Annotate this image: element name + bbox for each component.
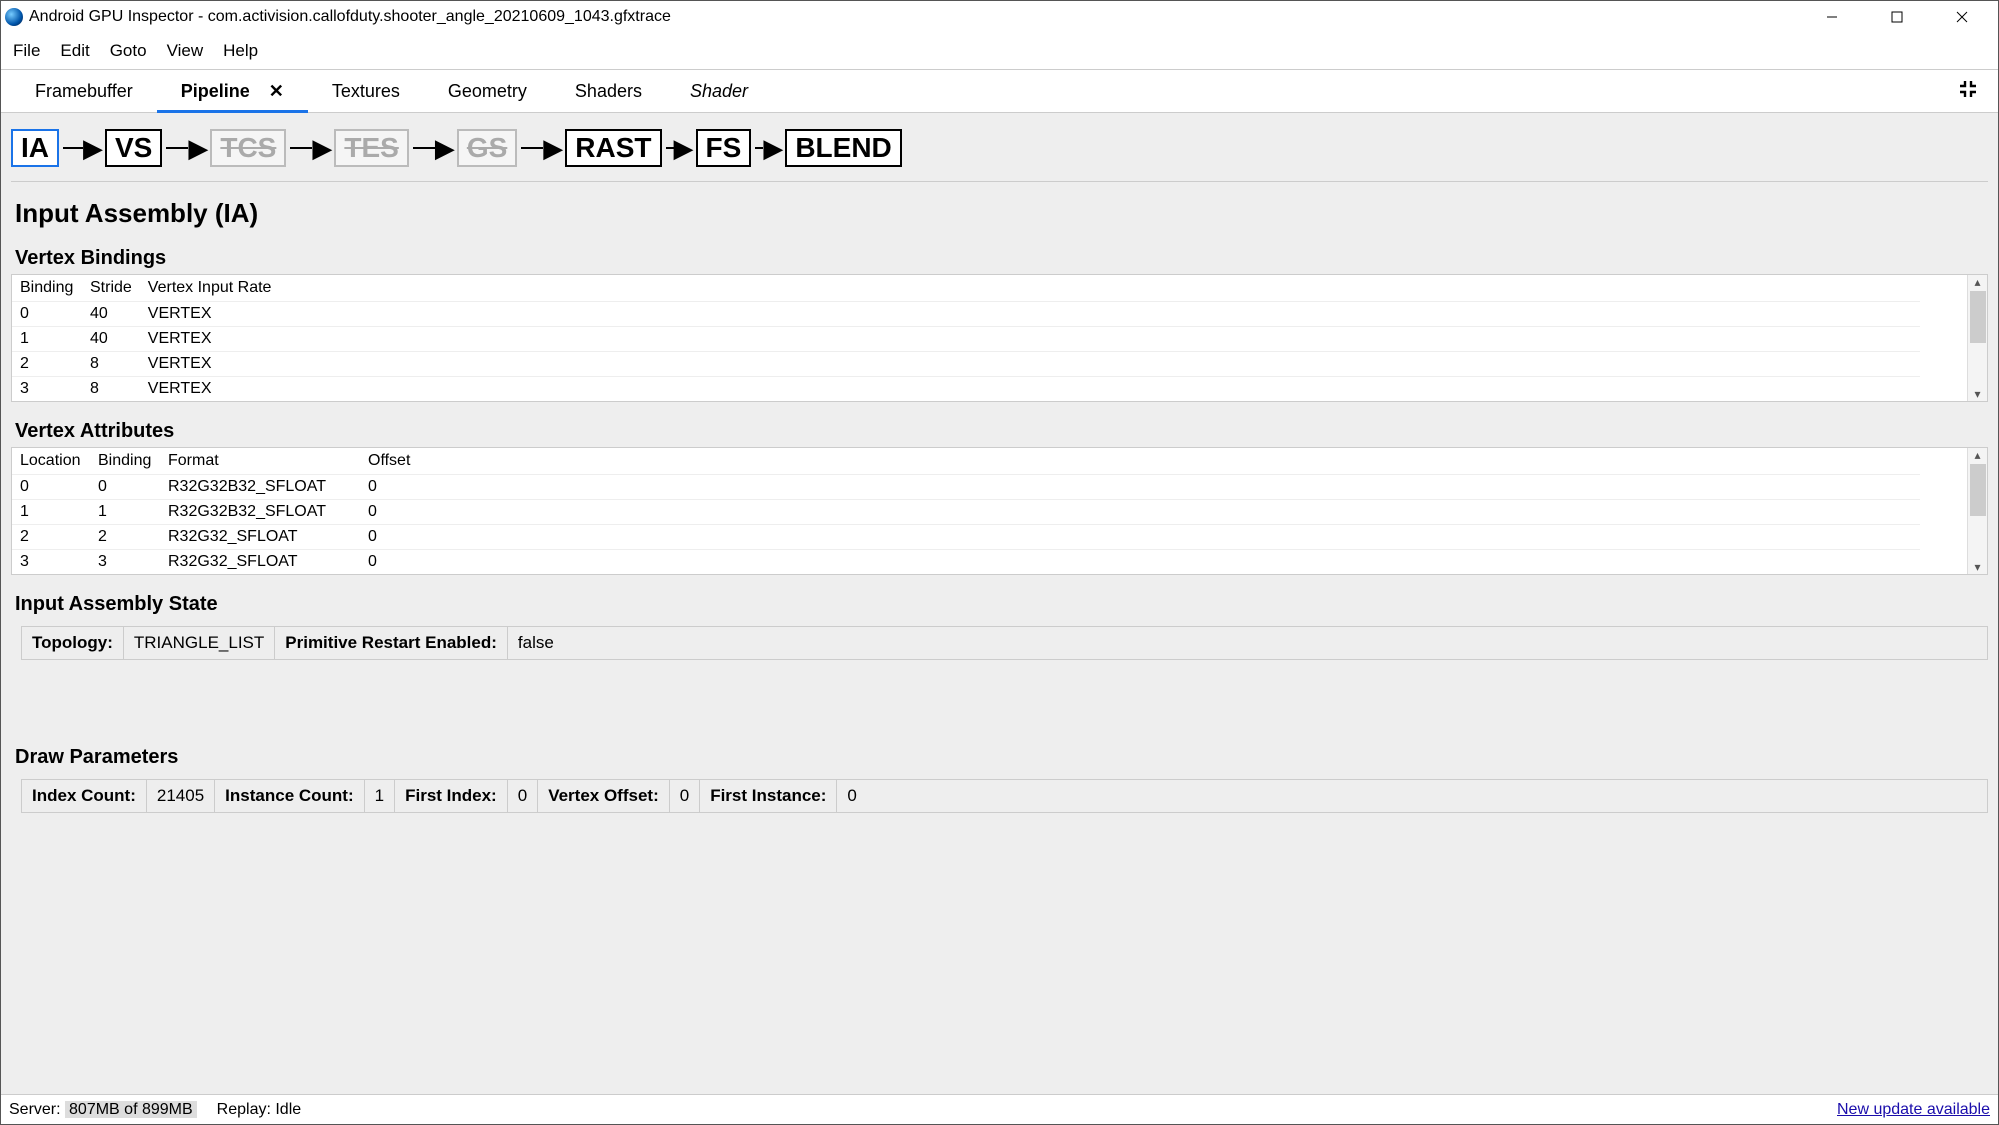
arrow-icon: ▶ bbox=[521, 135, 561, 161]
close-tab-icon[interactable]: ✕ bbox=[269, 81, 284, 101]
scroll-up-icon[interactable]: ▴ bbox=[1974, 275, 1980, 289]
stage-tes[interactable]: TES bbox=[334, 129, 408, 167]
scrollbar[interactable]: ▴ ▾ bbox=[1967, 275, 1987, 401]
tab-geometry[interactable]: Geometry bbox=[424, 71, 551, 112]
scroll-thumb[interactable] bbox=[1970, 291, 1986, 343]
scroll-down-icon[interactable]: ▾ bbox=[1974, 387, 1980, 401]
arrow-icon: ▶ bbox=[63, 135, 101, 161]
menu-file[interactable]: File bbox=[5, 37, 48, 65]
ia-state-heading: Input Assembly State bbox=[15, 593, 1988, 616]
topology-value: TRIANGLE_LIST bbox=[124, 627, 275, 659]
col-location[interactable]: Location bbox=[12, 448, 90, 475]
firstindex-label: First Index: bbox=[395, 780, 508, 812]
tab-shader[interactable]: Shader bbox=[666, 71, 772, 112]
table-row[interactable]: 0 0 R32G32B32_SFLOAT 0 bbox=[12, 475, 1920, 500]
stage-vs[interactable]: VS bbox=[105, 129, 162, 167]
topology-label: Topology: bbox=[22, 627, 124, 659]
menubar: File Edit Goto View Help bbox=[1, 33, 1998, 69]
stage-gs[interactable]: GS bbox=[457, 129, 517, 167]
section-heading: Input Assembly (IA) bbox=[15, 198, 1988, 229]
primrestart-value: false bbox=[508, 627, 564, 659]
ia-state-table: Topology: TRIANGLE_LIST Primitive Restar… bbox=[21, 626, 1988, 660]
statusbar: Server: 807MB of 899MB Replay: Idle New … bbox=[1, 1094, 1998, 1124]
table-row[interactable]: 2 8 VERTEX bbox=[12, 352, 1920, 377]
vertex-bindings-table: Binding Stride Vertex Input Rate 0 40 VE… bbox=[11, 274, 1988, 402]
status-server: Server: 807MB of 899MB bbox=[9, 1101, 197, 1119]
table-row[interactable]: 1 1 R32G32B32_SFLOAT 0 bbox=[12, 500, 1920, 525]
vertex-attributes-table: Location Binding Format Offset 0 0 R32G3… bbox=[11, 447, 1988, 575]
tab-textures[interactable]: Textures bbox=[308, 71, 424, 112]
menu-edit[interactable]: Edit bbox=[52, 37, 97, 65]
indexcount-value: 21405 bbox=[147, 780, 215, 812]
scroll-down-icon[interactable]: ▾ bbox=[1974, 560, 1980, 574]
tabbar: Framebuffer Pipeline ✕ Textures Geometry… bbox=[1, 69, 1998, 113]
primrestart-label: Primitive Restart Enabled: bbox=[275, 627, 508, 659]
tab-shaders[interactable]: Shaders bbox=[551, 71, 666, 112]
table-row[interactable]: 3 3 R32G32_SFLOAT 0 bbox=[12, 550, 1920, 575]
arrow-icon: ▶ bbox=[290, 135, 330, 161]
window-minimize-button[interactable] bbox=[1799, 1, 1864, 33]
update-available-link[interactable]: New update available bbox=[1837, 1101, 1990, 1119]
firstinstance-value: 0 bbox=[837, 780, 866, 812]
stage-fs[interactable]: FS bbox=[696, 129, 752, 167]
arrow-icon: ▶ bbox=[166, 135, 206, 161]
exit-fullscreen-icon bbox=[1958, 79, 1978, 99]
vertex-attributes-heading: Vertex Attributes bbox=[15, 420, 1988, 443]
col-offset[interactable]: Offset bbox=[360, 448, 1920, 475]
arrow-icon: ▶ bbox=[666, 135, 692, 161]
col-stride[interactable]: Stride bbox=[82, 275, 140, 302]
menu-view[interactable]: View bbox=[159, 37, 212, 65]
menu-goto[interactable]: Goto bbox=[102, 37, 155, 65]
tab-pipeline-label: Pipeline bbox=[181, 81, 250, 101]
firstindex-value: 0 bbox=[508, 780, 538, 812]
instancecount-label: Instance Count: bbox=[215, 780, 364, 812]
stage-tcs[interactable]: TCS bbox=[210, 129, 286, 167]
col-vir[interactable]: Vertex Input Rate bbox=[140, 275, 1920, 302]
content-area: IA ▶ VS ▶ TCS ▶ TES ▶ GS ▶ RAST ▶ FS ▶ B… bbox=[1, 113, 1998, 1094]
arrow-icon: ▶ bbox=[755, 135, 781, 161]
window-close-button[interactable] bbox=[1929, 1, 1994, 33]
col-binding[interactable]: Binding bbox=[12, 275, 82, 302]
col-binding[interactable]: Binding bbox=[90, 448, 160, 475]
col-format[interactable]: Format bbox=[160, 448, 360, 475]
menu-help[interactable]: Help bbox=[215, 37, 266, 65]
vertex-bindings-heading: Vertex Bindings bbox=[15, 247, 1988, 270]
scrollbar[interactable]: ▴ ▾ bbox=[1967, 448, 1987, 574]
draw-params-table: Index Count: 21405 Instance Count: 1 Fir… bbox=[21, 779, 1988, 813]
instancecount-value: 1 bbox=[365, 780, 395, 812]
draw-params-heading: Draw Parameters bbox=[15, 746, 1988, 769]
vertexoffset-value: 0 bbox=[670, 780, 700, 812]
pipeline-stage-row: IA ▶ VS ▶ TCS ▶ TES ▶ GS ▶ RAST ▶ FS ▶ B… bbox=[11, 121, 1988, 182]
titlebar: Android GPU Inspector - com.activision.c… bbox=[1, 1, 1998, 33]
table-row[interactable]: 2 2 R32G32_SFLOAT 0 bbox=[12, 525, 1920, 550]
table-row[interactable]: 3 8 VERTEX bbox=[12, 377, 1920, 402]
server-memory-value: 807MB of 899MB bbox=[65, 1101, 197, 1118]
table-row[interactable]: 1 40 VERTEX bbox=[12, 327, 1920, 352]
status-replay: Replay: Idle bbox=[217, 1101, 302, 1119]
scroll-up-icon[interactable]: ▴ bbox=[1974, 448, 1980, 462]
exit-fullscreen-button[interactable] bbox=[1948, 73, 1988, 110]
indexcount-label: Index Count: bbox=[22, 780, 147, 812]
vertexoffset-label: Vertex Offset: bbox=[538, 780, 670, 812]
table-row[interactable]: 0 40 VERTEX bbox=[12, 302, 1920, 327]
stage-ia[interactable]: IA bbox=[11, 129, 59, 167]
stage-blend[interactable]: BLEND bbox=[785, 129, 901, 167]
app-icon bbox=[5, 8, 23, 26]
tab-framebuffer[interactable]: Framebuffer bbox=[11, 71, 157, 112]
tab-pipeline[interactable]: Pipeline ✕ bbox=[157, 71, 308, 112]
stage-rast[interactable]: RAST bbox=[565, 129, 661, 167]
window-title: Android GPU Inspector - com.activision.c… bbox=[29, 8, 1799, 26]
scroll-thumb[interactable] bbox=[1970, 464, 1986, 516]
firstinstance-label: First Instance: bbox=[700, 780, 837, 812]
arrow-icon: ▶ bbox=[413, 135, 453, 161]
window-maximize-button[interactable] bbox=[1864, 1, 1929, 33]
